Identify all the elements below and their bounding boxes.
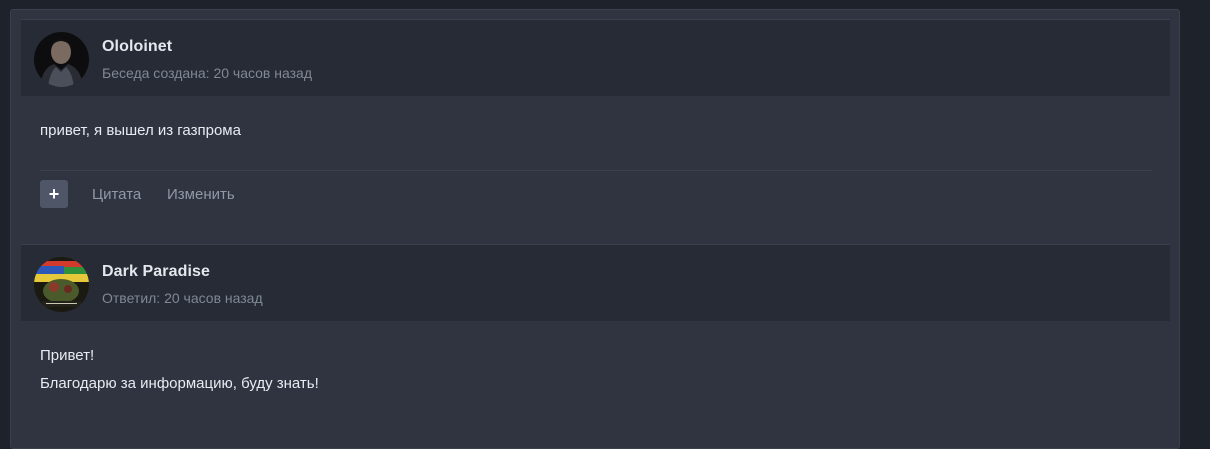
reply-meta: Ответил: 20 часов назад [102, 290, 263, 306]
message-body: привет, я вышел из газпрома [40, 117, 241, 145]
conversation-meta: Беседа создана: 20 часов назад [102, 65, 312, 81]
message-body: Привет! Благодарю за информацию, буду зн… [40, 342, 319, 398]
message-header: Ololoinet Беседа создана: 20 часов назад [21, 19, 1170, 96]
edit-link[interactable]: Изменить [167, 186, 235, 203]
divider [40, 170, 1152, 171]
avatar[interactable] [34, 257, 89, 312]
author-name[interactable]: Ololoinet [102, 38, 172, 56]
message-line: привет, я вышел из газпрома [40, 122, 241, 139]
man-in-black-suit-icon [34, 32, 89, 87]
message-line: Привет! [40, 347, 95, 364]
quote-link[interactable]: Цитата [92, 186, 141, 203]
conversation-panel: Ololoinet Беседа создана: 20 часов назад… [10, 9, 1180, 449]
react-plus-button[interactable]: + [40, 180, 68, 208]
flag-collage-icon [34, 257, 89, 312]
message-line: Благодарю за информацию, буду знать! [40, 375, 319, 392]
message-header: Dark Paradise Ответил: 20 часов назад [21, 244, 1170, 321]
avatar[interactable] [34, 32, 89, 87]
author-name[interactable]: Dark Paradise [102, 263, 210, 281]
